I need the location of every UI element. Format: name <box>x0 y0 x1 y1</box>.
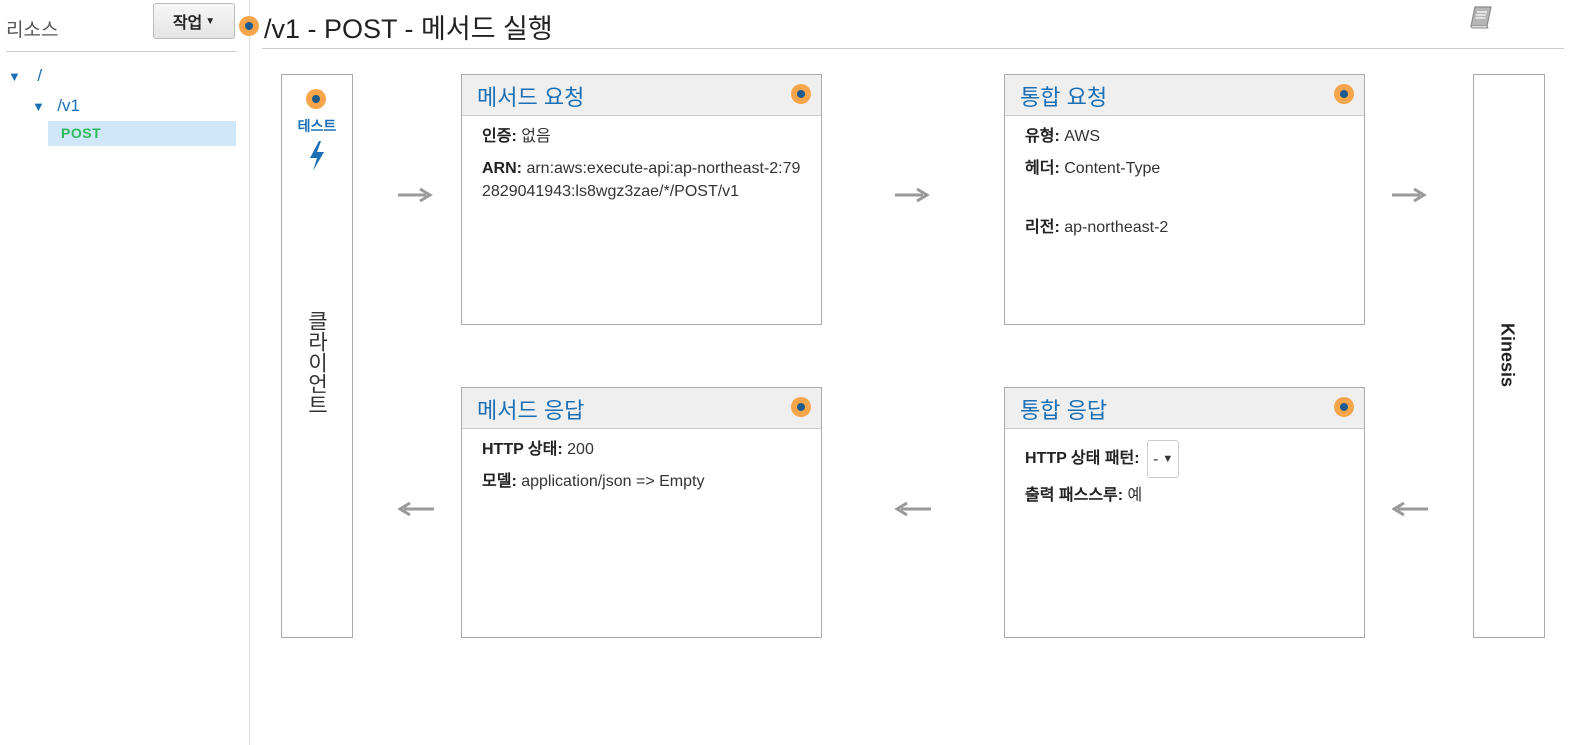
info-dot-icon[interactable] <box>1334 84 1354 104</box>
tree-label-v1[interactable]: /v1 <box>57 96 80 115</box>
header-divider <box>262 48 1564 49</box>
auth-label: 인증: <box>482 128 517 145</box>
integration-request-title-link[interactable]: 통합 요청 <box>1020 80 1107 112</box>
status-label: HTTP 상태: <box>482 441 563 458</box>
region-label: 리전: <box>1025 219 1060 236</box>
integration-response-card: 통합 응답 HTTP 상태 패턴: - ▼ 출력 패스스루: 예 <box>1004 387 1365 638</box>
caret-down-icon: ▼ <box>205 15 216 27</box>
resources-title: 리소스 <box>6 20 59 41</box>
type-value: AWS <box>1064 128 1101 145</box>
info-dot-icon[interactable] <box>791 397 811 417</box>
test-dot-icon[interactable] <box>306 89 326 109</box>
pattern-label: HTTP 상태 패턴: <box>1025 450 1140 468</box>
passthrough-label: 출력 패스스루: <box>1025 487 1124 504</box>
integration-response-title-link[interactable]: 통합 응답 <box>1020 393 1107 425</box>
passthrough-value: 예 <box>1127 487 1143 504</box>
sidebar-divider <box>6 51 236 52</box>
actions-label: 작업 <box>172 15 203 32</box>
tree-node-root[interactable]: ▼ / <box>8 66 42 86</box>
info-dot-icon[interactable] <box>239 16 259 36</box>
tree-node-post-method[interactable]: POST <box>48 121 236 146</box>
client-panel: 테스트 클라이언트 <box>281 74 353 638</box>
arrow-left-icon <box>398 501 434 517</box>
auth-value: 없음 <box>521 128 551 145</box>
method-request-title-link[interactable]: 메서드 요청 <box>477 80 584 112</box>
client-label: 클라이언트 <box>305 309 328 415</box>
info-dot-icon[interactable] <box>791 84 811 104</box>
method-response-card: 메서드 응답 HTTP 상태: 200 모델: application/json… <box>461 387 822 638</box>
actions-dropdown-button[interactable]: 작업 ▼ <box>153 3 235 39</box>
backend-label: Kinesis <box>1497 322 1518 388</box>
card-header: 메서드 응답 <box>462 388 821 429</box>
card-header: 통합 요청 <box>1005 75 1364 116</box>
status-pattern-select[interactable]: - ▼ <box>1147 440 1180 478</box>
status-value: 200 <box>567 441 594 458</box>
lightning-icon[interactable] <box>308 141 326 176</box>
region-value: ap-northeast-2 <box>1064 219 1169 236</box>
tree-node-v1[interactable]: ▼ /v1 <box>32 96 80 116</box>
card-header: 메서드 요청 <box>462 75 821 116</box>
book-icon[interactable] <box>1467 4 1495 35</box>
tree-label-root[interactable]: / <box>37 66 42 85</box>
header-value: Content-Type <box>1064 160 1161 177</box>
arrow-right-icon <box>895 187 930 203</box>
arrow-left-icon <box>895 501 931 517</box>
kinesis-panel: Kinesis <box>1473 74 1545 638</box>
test-link[interactable]: 테스트 <box>282 116 352 136</box>
arrow-left-icon <box>1392 501 1428 517</box>
status-pattern-value: - <box>1153 450 1159 468</box>
method-response-title-link[interactable]: 메서드 응답 <box>477 393 584 425</box>
header-label: 헤더: <box>1025 160 1060 177</box>
page-title: /v1 - POST - 메서드 실행 <box>264 14 553 44</box>
resources-sidebar: 리소스 작업 ▼ ▼ / ▼ /v1 POST <box>0 0 250 745</box>
integration-request-card: 통합 요청 유형: AWS 헤더: Content-Type 리전: ap-no… <box>1004 74 1365 325</box>
arrow-right-icon <box>1392 187 1427 203</box>
model-value: application/json => Empty <box>521 473 705 490</box>
caret-down-icon[interactable]: ▼ <box>8 69 21 84</box>
chevron-down-icon: ▼ <box>1162 452 1174 465</box>
type-label: 유형: <box>1025 128 1060 145</box>
method-request-card: 메서드 요청 인증: 없음 ARN: arn:aws:execute-api:a… <box>461 74 822 325</box>
model-label: 모델: <box>482 473 517 490</box>
arn-value: arn:aws:execute-api:ap-northeast-2:79282… <box>482 160 801 200</box>
caret-down-icon[interactable]: ▼ <box>32 99 45 114</box>
info-dot-icon[interactable] <box>1334 397 1354 417</box>
card-header: 통합 응답 <box>1005 388 1364 429</box>
arn-label: ARN: <box>482 160 522 177</box>
arrow-right-icon <box>398 187 433 203</box>
